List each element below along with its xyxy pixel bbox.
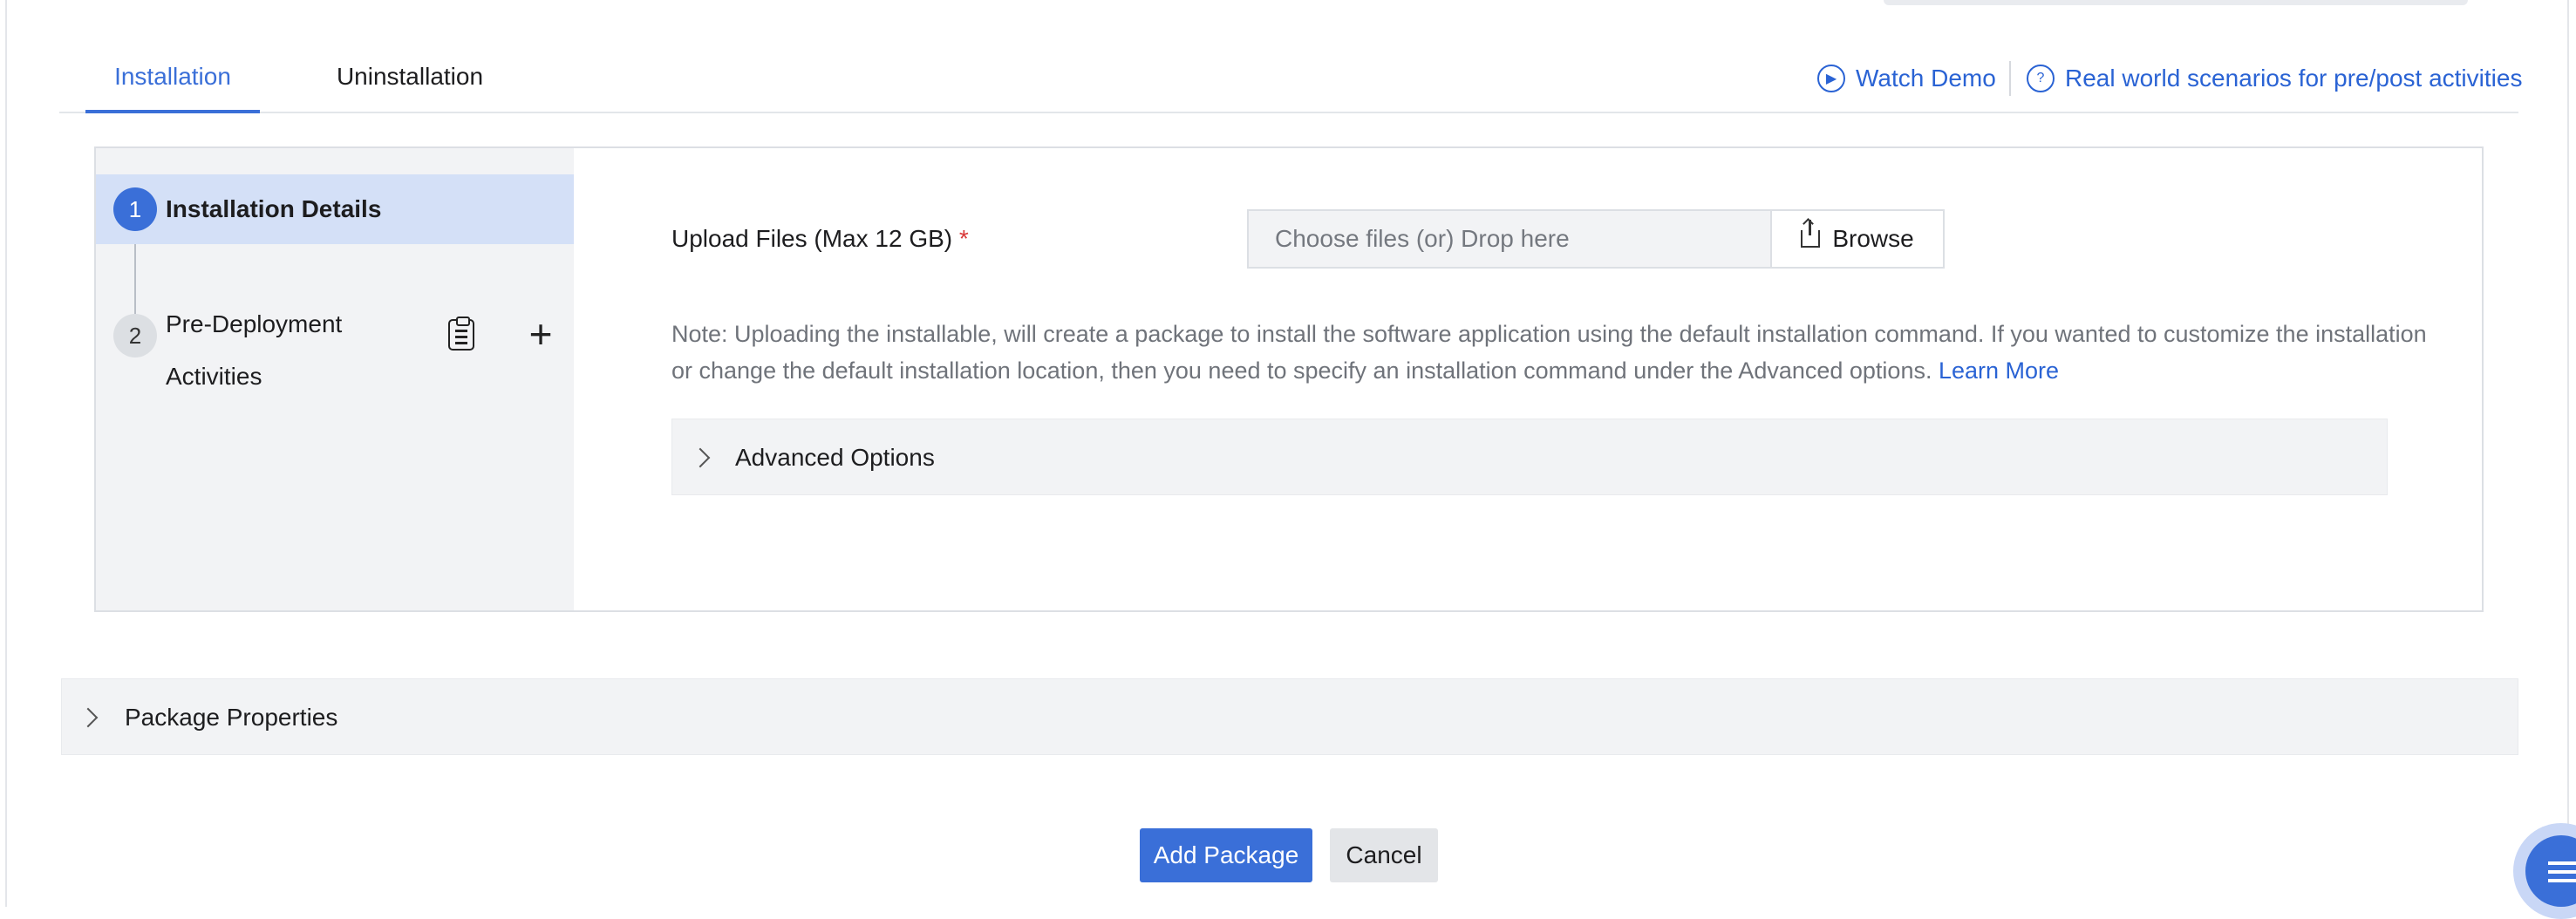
- package-properties-toggle[interactable]: Package Properties: [61, 678, 2518, 755]
- play-icon: ▶: [1817, 65, 1845, 92]
- step-list: 1 Installation Details 2 Pre-Deployment …: [96, 148, 574, 610]
- browse-button[interactable]: Browse: [1770, 209, 1945, 269]
- cancel-button[interactable]: Cancel: [1330, 828, 1438, 882]
- upload-label-text: Upload Files (Max 12 GB): [671, 225, 953, 252]
- installation-details-panel: Upload Files (Max 12 GB) * Choose files …: [574, 148, 2482, 610]
- package-properties-label: Package Properties: [125, 704, 338, 731]
- chevron-right-icon: [78, 707, 99, 728]
- tab-installation[interactable]: Installation: [85, 42, 260, 113]
- link-divider: [2009, 61, 2011, 96]
- installation-wizard: 1 Installation Details 2 Pre-Deployment …: [94, 146, 2484, 612]
- installation-note: Note: Uploading the installable, will cr…: [671, 316, 2450, 389]
- menu-icon: [2525, 835, 2576, 907]
- required-mark: *: [958, 225, 969, 252]
- step-number: 1: [113, 187, 157, 231]
- learn-more-link[interactable]: Learn More: [1939, 357, 2059, 384]
- watch-demo-link[interactable]: ▶ Watch Demo: [1817, 61, 1996, 96]
- step-label: Installation Details: [166, 195, 382, 222]
- real-world-scenarios-link[interactable]: ? Real world scenarios for pre/post acti…: [2027, 61, 2522, 96]
- tab-uninstallation[interactable]: Uninstallation: [305, 42, 515, 110]
- advanced-options-toggle[interactable]: Advanced Options: [671, 419, 2388, 495]
- watch-demo-label: Watch Demo: [1856, 65, 1996, 92]
- step-number: 2: [113, 314, 157, 357]
- top-panel-edge: [1884, 0, 2468, 5]
- upload-icon: [1801, 220, 1821, 248]
- clipboard-list-icon[interactable]: [448, 317, 474, 351]
- add-activity-plus-icon[interactable]: +: [523, 314, 558, 354]
- chevron-right-icon: [690, 447, 711, 468]
- browse-label: Browse: [1832, 225, 1914, 252]
- help-icon: ?: [2027, 65, 2055, 92]
- step-connector: [134, 244, 136, 314]
- tab-bar: Installation Uninstallation ▶ Watch Demo…: [59, 42, 2522, 113]
- file-drop-input[interactable]: Choose files (or) Drop here: [1247, 209, 1770, 269]
- advanced-options-label: Advanced Options: [735, 444, 935, 471]
- upload-files-label: Upload Files (Max 12 GB) *: [671, 221, 969, 256]
- add-package-button[interactable]: Add Package: [1140, 828, 1312, 882]
- step-installation-details[interactable]: 1 Installation Details: [96, 174, 574, 244]
- note-text: Note: Uploading the installable, will cr…: [671, 321, 2427, 384]
- real-world-label: Real world scenarios for pre/post activi…: [2065, 65, 2523, 92]
- step-label: Pre-Deployment Activities: [166, 310, 343, 390]
